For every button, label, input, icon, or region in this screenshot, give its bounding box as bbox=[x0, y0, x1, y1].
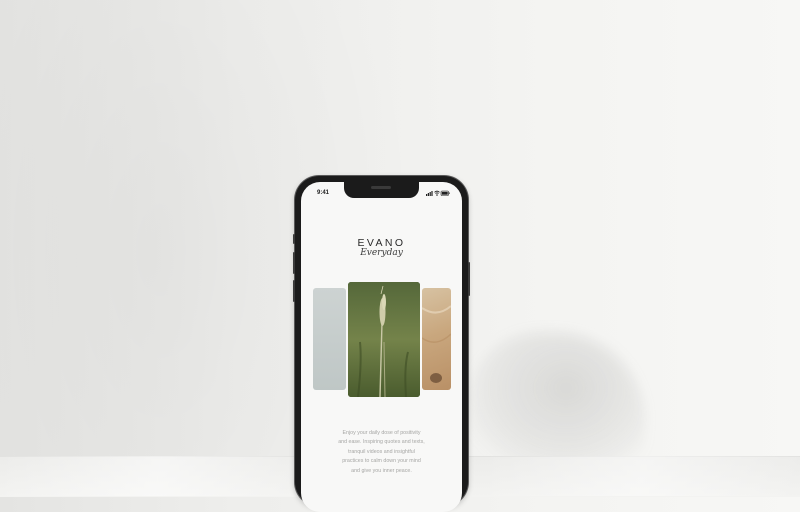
card-sand[interactable] bbox=[422, 288, 451, 390]
power-button bbox=[468, 262, 470, 296]
card-mist[interactable] bbox=[313, 288, 346, 390]
cast-shadow bbox=[470, 332, 645, 472]
brand-tagline: Everyday bbox=[360, 248, 403, 258]
sand-photo bbox=[422, 305, 451, 383]
description-line: and give you inner peace. bbox=[351, 467, 412, 474]
description-line: and ease. Inspiring quotes and texts, bbox=[338, 439, 425, 446]
phone-device: 9:41 EVANO Everyday Enjoy your daily dos… bbox=[293, 176, 470, 512]
description-line: tranquil videos and insightful bbox=[348, 448, 415, 455]
description-line: practices to calm down your mind bbox=[342, 458, 421, 465]
signal-icon bbox=[426, 191, 433, 196]
phone-screen: 9:41 EVANO Everyday Enjoy your daily dos… bbox=[301, 182, 462, 512]
battery-icon bbox=[440, 190, 450, 196]
speaker-grille bbox=[371, 186, 391, 189]
volume-up-button bbox=[293, 252, 295, 274]
notch bbox=[344, 182, 419, 198]
app-description: Enjoy your daily dose of positivity and … bbox=[325, 429, 438, 476]
wifi-icon bbox=[434, 190, 440, 196]
silent-switch bbox=[293, 234, 295, 244]
grass-photo bbox=[348, 282, 420, 397]
status-time: 9:41 bbox=[317, 190, 330, 196]
volume-down-button bbox=[293, 280, 295, 302]
description-line: Enjoy your daily dose of positivity bbox=[342, 430, 421, 436]
card-grass[interactable] bbox=[348, 282, 420, 397]
status-icons bbox=[426, 190, 450, 196]
